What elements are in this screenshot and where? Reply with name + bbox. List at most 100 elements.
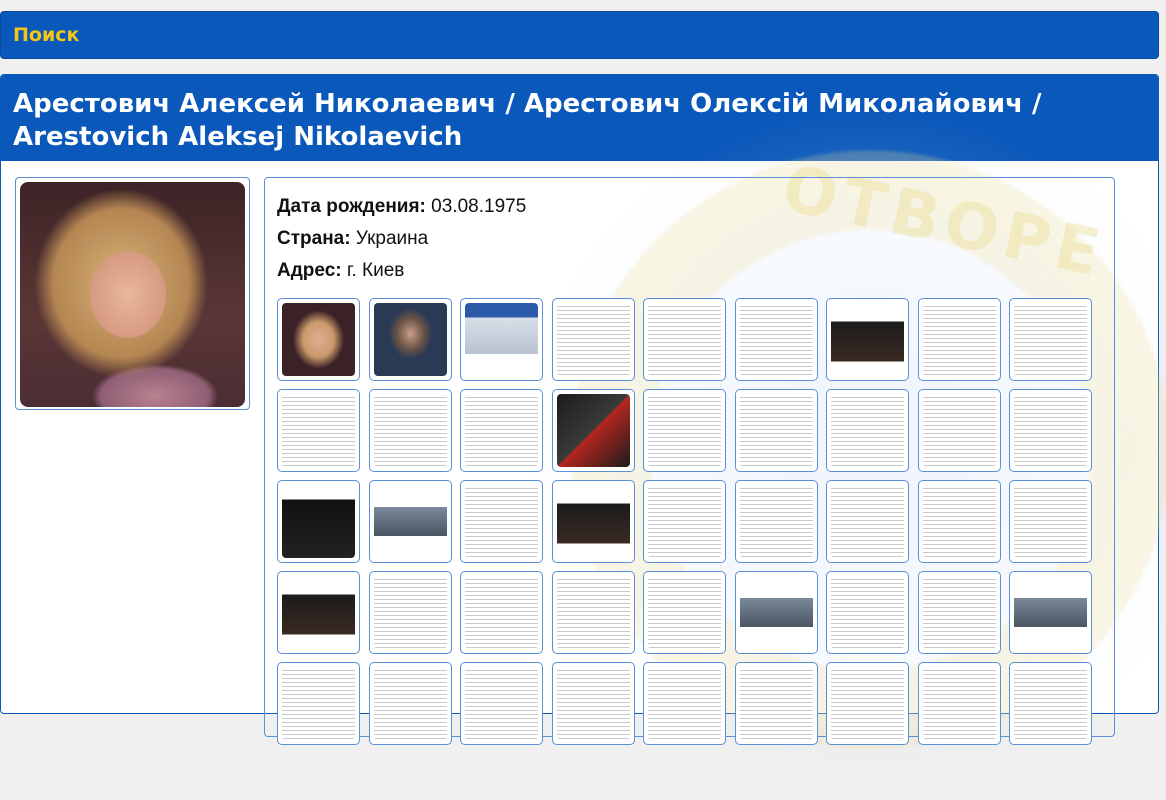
evidence-thumbnail[interactable]: [460, 389, 543, 472]
thumbnail-image: [739, 667, 813, 740]
evidence-thumbnail[interactable]: [551, 662, 635, 745]
evidence-thumbnail[interactable]: [551, 298, 635, 381]
thumbnail-image: [373, 667, 447, 740]
evidence-thumbnail[interactable]: [643, 571, 726, 654]
evidence-thumbnail[interactable]: [277, 662, 360, 745]
thumbnail-image: [282, 485, 355, 558]
evidence-thumbnail[interactable]: [460, 298, 543, 381]
evidence-thumbnail[interactable]: [643, 389, 726, 472]
thumbnail-image: [922, 485, 996, 558]
country-row: Страна: Украина: [277, 228, 428, 250]
evidence-thumbnail[interactable]: [368, 389, 452, 472]
search-link[interactable]: Поиск: [13, 24, 79, 46]
profile-info-panel: Дата рождения: 03.08.1975 Страна: Украин…: [264, 177, 1115, 745]
thumbnail-image: [1014, 485, 1087, 558]
thumbnail-image: [465, 485, 538, 558]
evidence-thumbnail[interactable]: [368, 480, 452, 563]
evidence-thumbnail[interactable]: [1009, 480, 1092, 563]
evidence-thumbnail[interactable]: [551, 389, 635, 472]
thumbnail-image: [373, 303, 447, 376]
evidence-thumbnail[interactable]: [917, 389, 1001, 472]
thumbnail-image: [556, 394, 630, 467]
evidence-thumbnail[interactable]: [643, 480, 726, 563]
thumbnail-image: [373, 485, 447, 558]
evidence-thumbnail[interactable]: [734, 480, 818, 563]
evidence-thumbnail[interactable]: [1009, 389, 1092, 472]
thumbnail-image: [556, 576, 630, 649]
address-label: Адрес:: [277, 260, 342, 281]
thumbnail-image: [831, 303, 904, 376]
thumbnail-image: [922, 667, 996, 740]
thumbnail-image: [739, 394, 813, 467]
evidence-thumbnail[interactable]: [551, 480, 635, 563]
evidence-thumbnail[interactable]: [826, 298, 909, 381]
evidence-thumbnail[interactable]: [368, 298, 452, 381]
thumbnail-image: [373, 576, 447, 649]
thumbnail-image: [922, 394, 996, 467]
evidence-thumbnail[interactable]: [917, 662, 1001, 745]
thumbnail-image: [282, 667, 355, 740]
evidence-thumbnail[interactable]: [826, 571, 909, 654]
address-value: г. Киев: [346, 260, 405, 281]
evidence-thumbnail[interactable]: [643, 298, 726, 381]
evidence-thumbnail[interactable]: [826, 662, 909, 745]
evidence-thumbnail[interactable]: [368, 571, 452, 654]
evidence-thumbnail[interactable]: [277, 298, 360, 381]
thumbnail-image: [831, 667, 904, 740]
evidence-thumbnail[interactable]: [917, 571, 1001, 654]
thumbnail-image: [1014, 303, 1087, 376]
thumbnail-image: [373, 394, 447, 467]
thumbnail-image: [282, 576, 355, 649]
country-value: Украина: [355, 228, 429, 249]
profile-photo[interactable]: [20, 182, 245, 407]
thumbnail-image: [648, 485, 721, 558]
thumbnail-image: [465, 667, 538, 740]
country-label: Страна:: [277, 228, 351, 249]
evidence-thumbnail[interactable]: [277, 389, 360, 472]
thumbnail-image: [831, 576, 904, 649]
thumbnail-image: [556, 667, 630, 740]
thumbnail-image: [556, 485, 630, 558]
evidence-thumbnail[interactable]: [277, 571, 360, 654]
top-navbar: Поиск: [0, 11, 1159, 59]
thumbnail-image: [922, 303, 996, 376]
evidence-thumbnail[interactable]: [643, 662, 726, 745]
evidence-thumbnail[interactable]: [734, 389, 818, 472]
birth-date-row: Дата рождения: 03.08.1975: [277, 196, 526, 218]
birth-date-label: Дата рождения:: [277, 196, 426, 217]
evidence-thumbnail[interactable]: [917, 298, 1001, 381]
thumbnail-image: [282, 303, 355, 376]
thumbnail-image: [1014, 394, 1087, 467]
evidence-thumbnail[interactable]: [1009, 298, 1092, 381]
thumbnail-image: [465, 303, 538, 376]
thumbnail-image: [465, 576, 538, 649]
thumbnail-image: [648, 576, 721, 649]
profile-title: Арестович Алексей Николаевич / Арестович…: [1, 75, 1158, 161]
evidence-thumbnail[interactable]: [277, 480, 360, 563]
thumbnail-image: [648, 303, 721, 376]
evidence-thumbnail[interactable]: [734, 662, 818, 745]
thumbnail-image: [465, 394, 538, 467]
evidence-thumbnail[interactable]: [460, 662, 543, 745]
thumbnail-image: [648, 667, 721, 740]
evidence-thumbnail[interactable]: [826, 480, 909, 563]
thumbnail-image: [556, 303, 630, 376]
evidence-thumbnail[interactable]: [734, 571, 818, 654]
thumbnail-image: [739, 303, 813, 376]
thumbnail-image: [831, 485, 904, 558]
evidence-thumbnail[interactable]: [368, 662, 452, 745]
birth-date-value: 03.08.1975: [431, 196, 527, 217]
evidence-thumbnail[interactable]: [1009, 571, 1092, 654]
thumbnail-image: [648, 394, 721, 467]
thumbnail-image: [739, 576, 813, 649]
thumbnail-image: [831, 394, 904, 467]
evidence-thumbnail[interactable]: [460, 480, 543, 563]
evidence-thumbnail[interactable]: [826, 389, 909, 472]
evidence-thumbnail[interactable]: [551, 571, 635, 654]
evidence-thumbnail[interactable]: [1009, 662, 1092, 745]
evidence-thumbnail[interactable]: [460, 571, 543, 654]
evidence-thumbnail[interactable]: [917, 480, 1001, 563]
profile-photo-frame: [15, 177, 250, 410]
evidence-thumbnail[interactable]: [734, 298, 818, 381]
thumbnail-image: [922, 576, 996, 649]
